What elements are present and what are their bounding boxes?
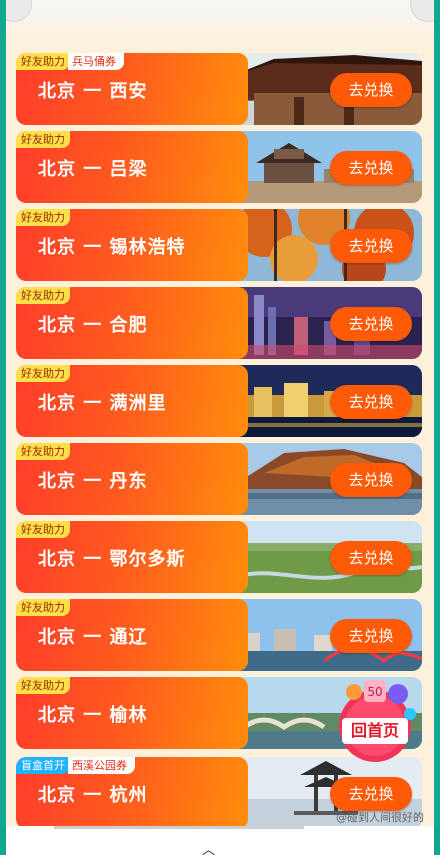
redeem-button[interactable]: 去兑换 <box>330 229 412 263</box>
back-home-button[interactable]: 50 回首页 <box>328 674 422 768</box>
redeem-button[interactable]: 去兑换 <box>330 73 412 107</box>
route-text: 北京 一 合肥 <box>38 315 148 336</box>
bottom-tab-indicator <box>54 826 304 829</box>
friend-help-tag: 好友助力 <box>16 365 70 382</box>
friend-help-tag: 好友助力 <box>16 209 70 226</box>
friend-help-tag: 好友助力 <box>16 53 70 70</box>
ticket-card-ordos[interactable]: 好友助力 北京 一 鄂尔多斯 去兑换 <box>16 521 422 593</box>
ticket-card-xian[interactable]: 好友助力 兵马俑券 北京 一 西安 去兑换 <box>16 53 422 125</box>
redeem-button[interactable]: 去兑换 <box>330 541 412 575</box>
blind-box-tag: 盲盒首开 <box>16 757 70 774</box>
friend-help-tag: 好友助力 <box>16 443 70 460</box>
route-text: 北京 一 榆林 <box>38 705 148 726</box>
ticket-list-screen: 好友助力 兵马俑券 北京 一 西安 去兑换 好友助力 北京 一 吕梁 去兑换 好… <box>6 0 434 855</box>
redeem-button[interactable]: 去兑换 <box>330 151 412 185</box>
menu-icon[interactable] <box>410 0 434 22</box>
redeem-button[interactable]: 去兑换 <box>330 777 412 811</box>
redeem-button[interactable]: 去兑换 <box>330 307 412 341</box>
route-text: 北京 一 西安 <box>38 81 148 102</box>
route-text: 北京 一 满洲里 <box>38 393 167 414</box>
close-icon[interactable] <box>6 0 32 22</box>
friend-help-tag: 好友助力 <box>16 521 70 538</box>
ticket-card-manzhouli[interactable]: 好友助力 北京 一 满洲里 去兑换 <box>16 365 422 437</box>
badge-number: 50 <box>367 685 382 699</box>
chevron-up-icon[interactable]: ︿ <box>202 839 215 855</box>
friend-help-tag: 好友助力 <box>16 599 70 616</box>
coupon-subtag: 西溪公园券 <box>68 757 135 774</box>
route-text: 北京 一 丹东 <box>38 471 148 492</box>
ticket-card-xilinhot[interactable]: 好友助力 北京 一 锡林浩特 去兑换 <box>16 209 422 281</box>
friend-help-tag: 好友助力 <box>16 131 70 148</box>
route-text: 北京 一 鄂尔多斯 <box>38 549 186 570</box>
redeem-button[interactable]: 去兑换 <box>330 463 412 497</box>
ticket-card-dandong[interactable]: 好友助力 北京 一 丹东 去兑换 <box>16 443 422 515</box>
ticket-card-lvliang[interactable]: 好友助力 北京 一 吕梁 去兑换 <box>16 131 422 203</box>
ticket-card-tongliao[interactable]: 好友助力 北京 一 通辽 去兑换 <box>16 599 422 671</box>
coupon-subtag: 兵马俑券 <box>68 53 124 70</box>
route-text: 北京 一 锡林浩特 <box>38 237 186 258</box>
home-label: 回首页 <box>342 718 408 744</box>
top-header-strip <box>6 0 434 44</box>
bottom-bar: ︿ <box>6 826 434 855</box>
friend-help-tag: 好友助力 <box>16 287 70 304</box>
route-text: 北京 一 杭州 <box>38 785 148 806</box>
ticket-card-hefei[interactable]: 好友助力 北京 一 合肥 去兑换 <box>16 287 422 359</box>
friend-help-tag: 好友助力 <box>16 677 70 694</box>
route-text: 北京 一 通辽 <box>38 627 148 648</box>
watermark: @碰到人间很好的 <box>336 811 424 824</box>
redeem-button[interactable]: 去兑换 <box>330 619 412 653</box>
route-text: 北京 一 吕梁 <box>38 159 148 180</box>
redeem-button[interactable]: 去兑换 <box>330 385 412 419</box>
